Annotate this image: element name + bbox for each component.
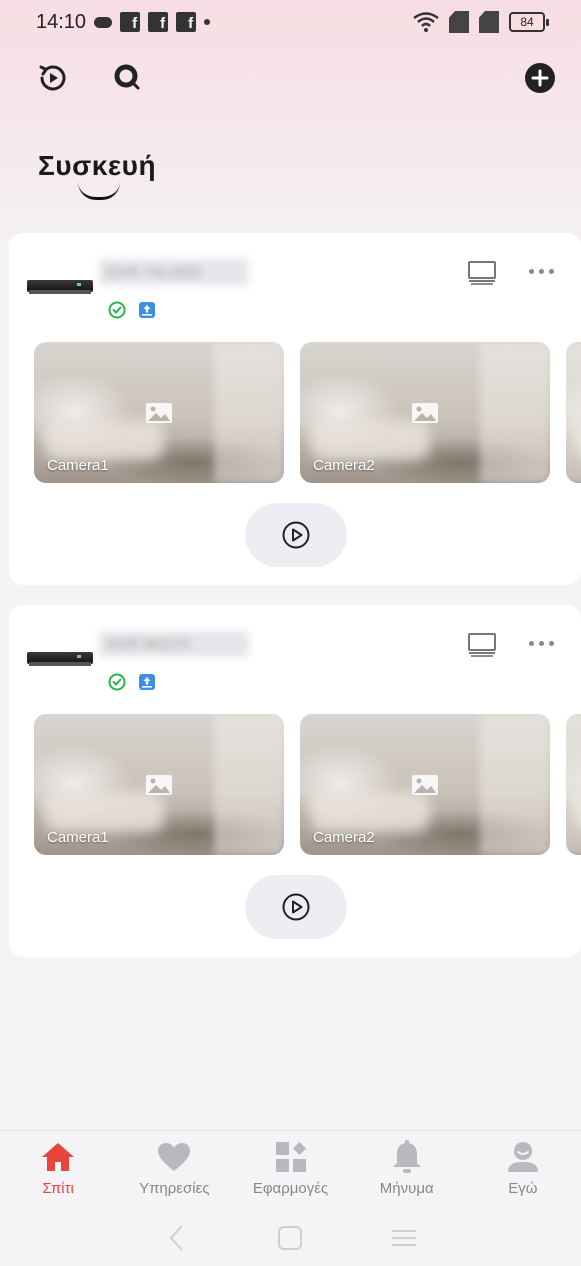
back-chevron-icon xyxy=(169,1225,183,1251)
more-options-button[interactable] xyxy=(529,635,563,651)
screen-view-icon[interactable] xyxy=(467,259,497,285)
device-card[interactable]: DVR 7XLXDD Camera1 Camera2 xyxy=(9,233,581,585)
nav-label: Υπηρεσίες xyxy=(139,1180,210,1197)
playback-button[interactable] xyxy=(33,58,73,98)
cloud-storage-icon[interactable] xyxy=(138,301,156,319)
play-circle-icon xyxy=(282,521,310,549)
dot xyxy=(539,268,544,274)
clock: 14:10 xyxy=(36,10,87,33)
back-button[interactable] xyxy=(162,1223,192,1253)
camera-label: Camera1 xyxy=(47,457,109,474)
camera-thumbnail[interactable]: Camera1 xyxy=(34,342,284,483)
cloud-storage-icon[interactable] xyxy=(138,673,156,691)
user-icon xyxy=(505,1141,541,1173)
device-status-icons xyxy=(108,301,156,319)
online-check-icon xyxy=(108,673,126,691)
wifi-icon xyxy=(413,12,439,32)
page-title: Συσκευή xyxy=(38,150,157,181)
play-circle-icon xyxy=(282,893,310,921)
camera-thumbnail-partial[interactable] xyxy=(566,714,581,855)
nav-label: Εγώ xyxy=(508,1180,538,1197)
status-left: 14:10 f f f xyxy=(36,10,211,34)
search-icon xyxy=(114,64,140,90)
heart-icon xyxy=(156,1141,192,1173)
play-all-button[interactable] xyxy=(245,875,347,939)
online-check-icon xyxy=(108,301,126,319)
nav-item-services[interactable]: Υπηρεσίες xyxy=(116,1131,232,1210)
image-placeholder-icon xyxy=(146,775,172,795)
status-bar: 14:10 f f f 84 xyxy=(0,0,581,44)
dot xyxy=(549,268,554,274)
camera-thumbnail-partial[interactable] xyxy=(566,342,581,483)
nav-item-home[interactable]: Σπίτι xyxy=(0,1131,116,1210)
dot xyxy=(529,268,534,274)
dot xyxy=(529,640,534,646)
bottom-navigation: Σπίτι Υπηρεσίες Εφαρμογές Μήνυμα Εγώ xyxy=(0,1130,581,1210)
camera-label: Camera2 xyxy=(313,829,375,846)
device-card[interactable]: DVR 9KD7X Camera1 Camera2 xyxy=(9,605,581,957)
camera-label: Camera1 xyxy=(47,829,109,846)
system-navigation-bar xyxy=(0,1210,581,1266)
screen-view-icon[interactable] xyxy=(467,631,497,657)
facebook-icon: f xyxy=(176,12,197,32)
home-button[interactable] xyxy=(275,1223,305,1253)
nav-item-apps[interactable]: Εφαρμογές xyxy=(232,1131,348,1210)
nav-item-profile[interactable]: Εγώ xyxy=(465,1131,581,1210)
nav-item-messages[interactable]: Μήνυμα xyxy=(349,1131,465,1210)
image-placeholder-icon xyxy=(412,403,438,423)
status-right: 84 xyxy=(413,11,549,33)
home-square-icon xyxy=(278,1226,303,1250)
plus-circle-icon xyxy=(525,63,555,93)
more-options-button[interactable] xyxy=(529,263,563,279)
battery-icon: 84 xyxy=(509,12,549,32)
search-button[interactable] xyxy=(108,58,148,98)
image-placeholder-icon xyxy=(412,775,438,795)
camera-thumbnail[interactable]: Camera2 xyxy=(300,342,550,483)
bell-icon xyxy=(389,1140,425,1173)
dvr-device-icon xyxy=(27,277,93,297)
facebook-icon: f xyxy=(120,12,141,32)
toolbar xyxy=(0,58,581,98)
sim-2-icon xyxy=(479,11,499,33)
battery-level: 84 xyxy=(520,15,534,29)
camera-thumbnail[interactable]: Camera1 xyxy=(34,714,284,855)
menu-lines-icon xyxy=(392,1230,417,1246)
home-icon xyxy=(40,1141,76,1173)
play-all-button[interactable] xyxy=(245,503,347,567)
nav-label: Σπίτι xyxy=(42,1180,74,1197)
add-device-button[interactable] xyxy=(520,58,560,98)
recents-button[interactable] xyxy=(389,1223,419,1253)
cloud-icon xyxy=(94,16,113,28)
device-name: DVR 9KD7X xyxy=(99,631,249,657)
camera-thumbnail[interactable]: Camera2 xyxy=(300,714,550,855)
camera-thumbnails: Camera1 Camera2 xyxy=(34,714,581,855)
camera-label: Camera2 xyxy=(313,457,375,474)
device-name: DVR 7XLXDD xyxy=(99,259,249,285)
camera-thumbnails: Camera1 Camera2 xyxy=(34,342,581,483)
dot xyxy=(539,640,544,646)
device-status-icons xyxy=(108,673,156,691)
nav-label: Εφαρμογές xyxy=(252,1180,329,1197)
facebook-icon: f xyxy=(148,12,169,32)
apps-icon xyxy=(273,1141,309,1173)
more-notifications-icon xyxy=(204,19,211,25)
nav-label: Μήνυμα xyxy=(379,1180,434,1197)
sim-1-icon xyxy=(449,11,469,33)
dot xyxy=(549,640,554,646)
image-placeholder-icon xyxy=(146,403,172,423)
playback-history-icon xyxy=(39,65,66,91)
dvr-device-icon xyxy=(27,649,93,669)
